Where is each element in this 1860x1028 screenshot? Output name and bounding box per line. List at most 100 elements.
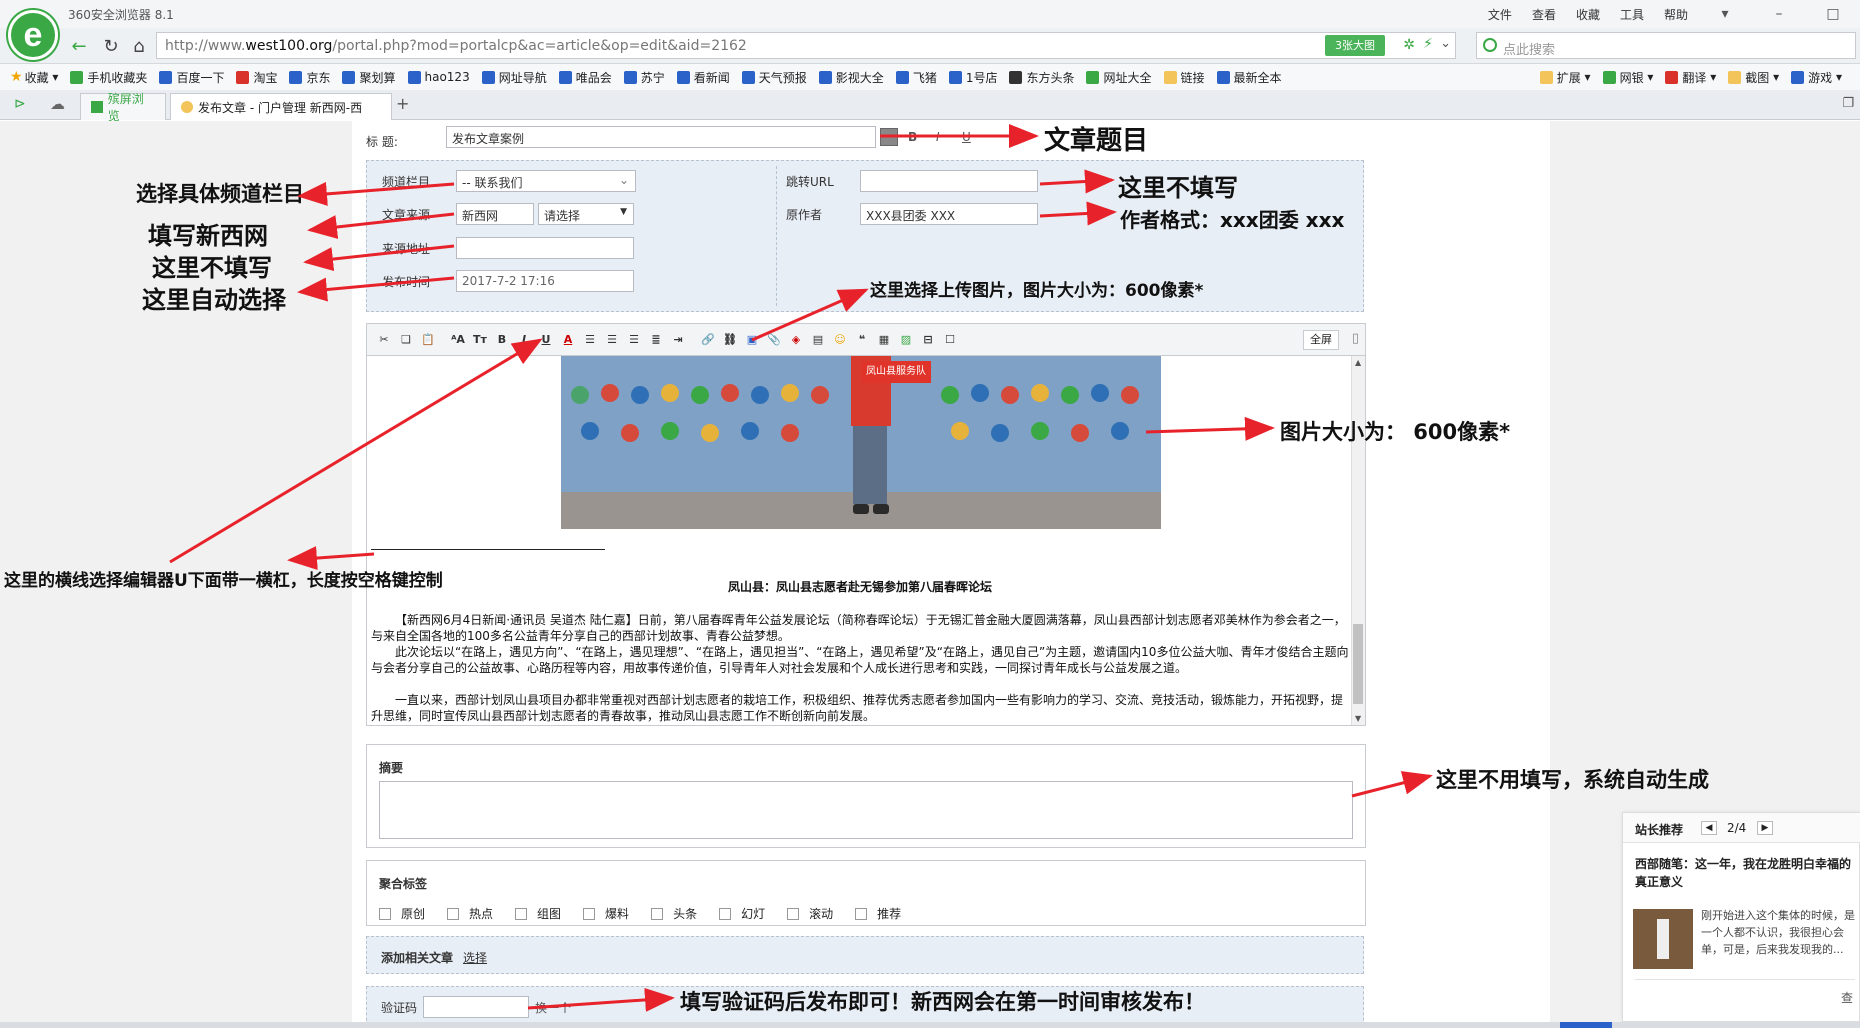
tab-split-view[interactable]: 殡屏浏览 (80, 92, 166, 123)
url-input[interactable]: http://www.west100.org/portal.php?mod=po… (156, 32, 1456, 59)
bookmark-item[interactable]: 苏宁 (623, 69, 665, 86)
channel-select[interactable]: -- 联系我们 ⌄ (456, 170, 636, 192)
related-select-link[interactable]: 选择 (463, 949, 487, 966)
source-view-icon[interactable]: ▯ (1352, 331, 1359, 346)
title-input[interactable]: 发布文章案例 (446, 126, 876, 148)
checkbox-box[interactable] (583, 907, 596, 920)
font-family-icon[interactable]: ᴬA (449, 331, 467, 349)
new-tab-icon[interactable]: + (396, 94, 409, 113)
summary-textarea[interactable] (379, 781, 1353, 839)
scroll-up-icon[interactable]: ▲ (1355, 358, 1361, 367)
checkbox-box[interactable] (855, 907, 868, 920)
bookmark-item[interactable]: 百度一下 (159, 69, 224, 86)
chevron-down-icon[interactable]: ⌄ (1440, 36, 1451, 51)
author-input[interactable]: XXX县团委 XXX (860, 203, 1038, 225)
refresh-icon[interactable]: ↻ (98, 34, 124, 58)
bookmark-item[interactable]: 天气预报 (741, 69, 807, 86)
bookmark-favorites[interactable]: ★ 收藏 ▾ (10, 69, 58, 86)
tag-checkbox[interactable]: 原创 (379, 905, 425, 922)
unlink-icon[interactable]: ⛓ (721, 331, 739, 349)
checkbox-box[interactable] (515, 907, 528, 920)
font-size-icon[interactable]: Tт (471, 331, 489, 349)
bold-icon[interactable]: B (493, 331, 511, 349)
bookmark-item[interactable]: 手机收藏夹 (70, 69, 147, 86)
checkbox-icon[interactable]: ☐ (941, 331, 959, 349)
italic-icon[interactable]: I (515, 331, 533, 349)
bookmark-item[interactable]: hao123 (407, 70, 470, 84)
checkbox-box[interactable] (651, 907, 664, 920)
bookmark-item[interactable]: 淘宝 (236, 69, 277, 86)
tag-checkbox[interactable]: 滚动 (787, 905, 833, 922)
next-page-icon[interactable]: ▶ (1757, 821, 1773, 835)
menu-file[interactable]: 文件 (1488, 6, 1512, 23)
cloud-icon[interactable]: ☁ (50, 95, 65, 113)
indent-icon[interactable]: ⇥ (669, 331, 687, 349)
bookmark-item[interactable]: 网址大全 (1086, 69, 1152, 86)
translate-button[interactable]: 翻译 ▾ (1665, 69, 1716, 86)
bookmark-item[interactable]: 东方头条 (1009, 69, 1074, 86)
sidebar-toggle-icon[interactable]: ⊳ (14, 96, 26, 112)
checkbox-box[interactable] (447, 907, 460, 920)
page-break-icon[interactable]: ⊟ (919, 331, 937, 349)
redirect-url-input[interactable] (860, 170, 1038, 192)
tag-checkbox[interactable]: 爆料 (583, 905, 629, 922)
bookmark-item[interactable]: 1号店 (948, 69, 997, 86)
captcha-refresh-link[interactable]: 换一个 (535, 999, 571, 1016)
speed-icon[interactable]: ⚡ (1423, 36, 1433, 52)
align-right-icon[interactable]: ☰ (625, 331, 643, 349)
menu-help[interactable]: 帮助 (1664, 6, 1688, 23)
bookmark-item[interactable]: 飞猪 (895, 69, 937, 86)
italic-icon[interactable]: I (936, 130, 940, 144)
back-icon[interactable]: ← (66, 34, 92, 58)
menu-tools[interactable]: 工具 (1620, 6, 1644, 23)
underline-icon[interactable]: U (962, 130, 971, 144)
recommend-headline[interactable]: 西部随笔：这一年，我在龙胜明白幸福的真正意义 (1635, 855, 1855, 891)
tab-publish-article[interactable]: 发布文章 - 门户管理 新西网-西 (170, 93, 392, 120)
menu-view[interactable]: 查看 (1532, 6, 1556, 23)
color-picker-icon[interactable] (880, 128, 898, 146)
minimize-icon[interactable]: – (1762, 3, 1796, 25)
skin-icon[interactable]: ▾ (1708, 3, 1742, 25)
checkbox-box[interactable] (787, 907, 800, 920)
editor-body[interactable]: 凤山县服务队 凤山县：凤山县志愿者赴无锡参加第八届春晖论坛 【新西网6月4日新闻… (366, 356, 1366, 726)
copy-icon[interactable]: ❏ (397, 331, 415, 349)
games-button[interactable]: 游戏 ▾ (1791, 69, 1842, 86)
home-icon[interactable]: ⌂ (126, 34, 152, 58)
prev-page-icon[interactable]: ◀ (1701, 821, 1717, 835)
smiley-icon[interactable]: ☺ (831, 331, 849, 349)
ordered-list-icon[interactable]: ≣ (647, 331, 665, 349)
bold-icon[interactable]: B (908, 130, 917, 144)
text-color-icon[interactable]: A (559, 331, 577, 349)
bookmark-item[interactable]: 链接 (1163, 69, 1205, 86)
tag-checkbox[interactable]: 幻灯 (719, 905, 765, 922)
tag-checkbox[interactable]: 组图 (515, 905, 561, 922)
bookmark-item[interactable]: 聚划算 (342, 69, 396, 86)
publish-time-input[interactable]: 2017-7-2 17:16 (456, 270, 634, 292)
table-icon[interactable]: ▦ (875, 331, 893, 349)
link-icon[interactable]: 🔗 (699, 331, 717, 349)
align-center-icon[interactable]: ☰ (603, 331, 621, 349)
extensions-button[interactable]: 扩展 ▾ (1539, 69, 1591, 86)
bookmark-item[interactable]: 影视大全 (818, 69, 884, 86)
paste-icon[interactable]: 📋 (419, 331, 437, 349)
tag-checkbox[interactable]: 推荐 (855, 905, 901, 922)
bookmark-item[interactable]: 唯品会 (558, 69, 612, 86)
underline-icon[interactable]: U (537, 331, 555, 349)
quote-icon[interactable]: ❝ (853, 331, 871, 349)
checkbox-box[interactable] (719, 907, 732, 920)
fullscreen-button[interactable]: 全屏 (1303, 330, 1339, 350)
menu-favorites[interactable]: 收藏 (1576, 6, 1600, 23)
media-icon[interactable]: ▤ (809, 331, 827, 349)
screenshot-button[interactable]: 截图 ▾ (1728, 69, 1779, 86)
tag-checkbox[interactable]: 热点 (447, 905, 493, 922)
captcha-input[interactable] (423, 996, 529, 1018)
image-icon[interactable]: ▣ (743, 331, 761, 349)
photo-icon[interactable]: ▨ (897, 331, 915, 349)
cut-icon[interactable]: ✂ (375, 331, 393, 349)
search-input[interactable]: 点此搜索 (1476, 32, 1856, 59)
flash-icon[interactable]: ◈ (787, 331, 805, 349)
recommend-more-link[interactable]: 查 (1841, 989, 1853, 1006)
bookmark-item[interactable]: 京东 (289, 69, 330, 86)
scroll-thumb[interactable] (1353, 624, 1363, 704)
bank-button[interactable]: 网银 ▾ (1602, 69, 1653, 86)
